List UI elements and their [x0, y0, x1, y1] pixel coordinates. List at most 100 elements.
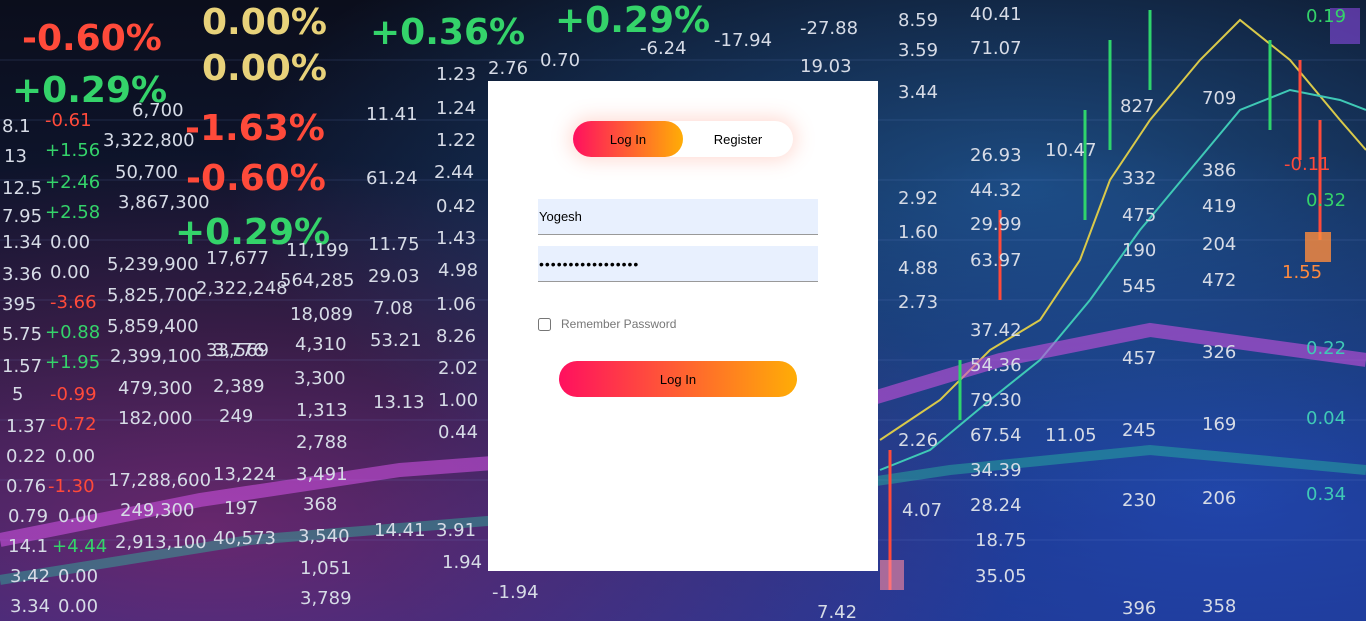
- ticker-value: +0.88: [45, 322, 101, 343]
- tab-register[interactable]: Register: [683, 121, 793, 157]
- ticker-value: -1.63%: [185, 108, 325, 149]
- ticker-value: 230: [1122, 490, 1157, 511]
- remember-password-checkbox[interactable]: [538, 317, 551, 331]
- ticker-value: 3,789: [300, 588, 352, 609]
- ticker-value: 479,300: [118, 378, 193, 399]
- ticker-value: 0.22: [6, 446, 47, 467]
- password-input[interactable]: [538, 246, 818, 282]
- ticker-value: 564,285: [280, 270, 355, 291]
- ticker-value: 0.44: [438, 422, 479, 443]
- ticker-value: 44.32: [970, 180, 1022, 201]
- ticker-value: 358: [1202, 596, 1237, 617]
- tab-login[interactable]: Log In: [573, 121, 683, 157]
- ticker-value: 2,788: [296, 432, 348, 453]
- ticker-value: 1.24: [436, 98, 477, 119]
- ticker-value: 1.55: [1282, 262, 1323, 283]
- ticker-value: 3,300: [294, 368, 346, 389]
- ticker-value: 709: [1202, 88, 1237, 109]
- ticker-value: 0.00%: [202, 48, 327, 89]
- ticker-value: 40,573: [213, 528, 276, 549]
- remember-password-row: Remember Password: [538, 315, 676, 333]
- ticker-value: 7.08: [373, 298, 414, 319]
- ticker-value: 190: [1122, 240, 1157, 261]
- ticker-value: 0.00%: [202, 2, 327, 43]
- ticker-value: +0.29%: [555, 0, 711, 41]
- ticker-value: 5,859,400: [107, 316, 199, 337]
- ticker-value: 3,322,800: [103, 130, 195, 151]
- auth-tab-toggle: Log In Register: [573, 121, 793, 157]
- ticker-value: 3.91: [436, 520, 477, 541]
- login-submit-button[interactable]: Log In: [559, 361, 797, 397]
- ticker-value: 249,300: [120, 500, 195, 521]
- ticker-value: 0.00: [50, 232, 91, 253]
- ticker-value: 457: [1122, 348, 1157, 369]
- ticker-value: 3.44: [898, 82, 939, 103]
- ticker-value: 475: [1122, 205, 1157, 226]
- ticker-value: 1.23: [436, 64, 477, 85]
- username-input[interactable]: [538, 199, 818, 235]
- ticker-value: 1.43: [436, 228, 477, 249]
- ticker-value: 4.88: [898, 258, 939, 279]
- ticker-value: 368: [303, 494, 338, 515]
- ticker-value: 37.42: [970, 320, 1022, 341]
- ticker-value: 3,491: [296, 464, 348, 485]
- ticker-value: 11.05: [1045, 425, 1097, 446]
- ticker-value: 0.32: [1306, 190, 1347, 211]
- ticker-value: 0.42: [436, 196, 477, 217]
- ticker-value: 18,089: [290, 304, 353, 325]
- ticker-value: 419: [1202, 196, 1237, 217]
- ticker-value: -6.24: [640, 38, 687, 59]
- ticker-value: 6,700: [132, 100, 184, 121]
- ticker-value: 7.42: [817, 602, 858, 621]
- ticker-value: -0.60%: [22, 18, 162, 59]
- ticker-value: 14.1: [8, 536, 49, 557]
- ticker-value: 0.34: [1306, 484, 1347, 505]
- ticker-value: 17,677: [206, 248, 269, 269]
- ticker-value: 1.34: [2, 232, 43, 253]
- ticker-value: 0.19: [1306, 6, 1347, 27]
- ticker-value: -1.94: [492, 582, 539, 603]
- ticker-value: 1.57: [2, 356, 43, 377]
- ticker-value: -17.94: [714, 30, 773, 51]
- ticker-value: 8.26: [436, 326, 477, 347]
- ticker-value: -3.66: [50, 292, 97, 313]
- ticker-value: 326: [1202, 342, 1237, 363]
- ticker-value: 13: [4, 146, 27, 167]
- ticker-value: 396: [1122, 598, 1157, 619]
- ticker-value: 827: [1120, 96, 1155, 117]
- ticker-value: 12.5: [2, 178, 43, 199]
- ticker-value: -0.72: [50, 414, 97, 435]
- ticker-value: 11.75: [368, 234, 420, 255]
- ticker-value: 0.00: [55, 446, 96, 467]
- ticker-value: 2,913,100: [115, 532, 207, 553]
- ticker-value: 29.99: [970, 214, 1022, 235]
- ticker-value: 0.00: [50, 262, 91, 283]
- ticker-value: 545: [1122, 276, 1157, 297]
- ticker-value: 13,224: [213, 464, 276, 485]
- ticker-value: 5.75: [2, 324, 43, 345]
- ticker-value: 0.00: [58, 506, 99, 527]
- ticker-value: 0.00: [58, 596, 99, 617]
- ticker-value: 40.41: [970, 4, 1022, 25]
- ticker-value: -0.61: [45, 110, 92, 131]
- ticker-value: 2.92: [898, 188, 939, 209]
- ticker-value: 28.24: [970, 495, 1022, 516]
- ticker-value: 0.22: [1306, 338, 1347, 359]
- ticker-value: 3,540: [298, 526, 350, 547]
- ticker-value: +1.95: [45, 352, 101, 373]
- ticker-value: 4.07: [902, 500, 943, 521]
- ticker-value: +4.44: [52, 536, 108, 557]
- ticker-value: 54.36: [970, 355, 1022, 376]
- ticker-value: 395: [2, 294, 37, 315]
- ticker-value: +1.56: [45, 140, 101, 161]
- ticker-value: 35.05: [975, 566, 1027, 587]
- ticker-value: 29.03: [368, 266, 420, 287]
- ticker-value: 63.97: [970, 250, 1022, 271]
- ticker-value: 0.70: [540, 50, 581, 71]
- ticker-value: 0.76: [6, 476, 47, 497]
- ticker-value: 0.00: [58, 566, 99, 587]
- ticker-value: 4.98: [438, 260, 479, 281]
- ticker-value: 5,825,700: [107, 285, 199, 306]
- ticker-value: -0.11: [1284, 154, 1331, 175]
- ticker-value: 79.30: [970, 390, 1022, 411]
